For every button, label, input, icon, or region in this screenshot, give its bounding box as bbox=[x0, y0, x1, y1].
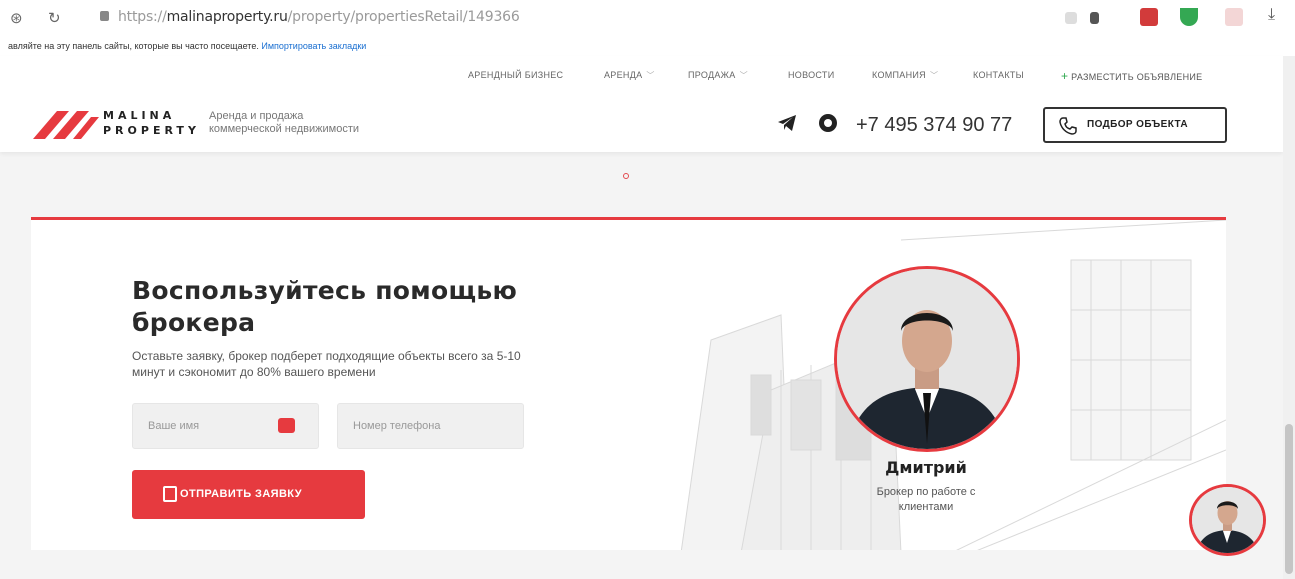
card-subtitle-line-1: Оставьте заявку, брокер подберет подходя… bbox=[132, 349, 521, 363]
menu-item-rental-business[interactable]: АРЕНДНЫЙ БИЗНЕС bbox=[468, 70, 563, 80]
plus-icon: + bbox=[1061, 69, 1069, 83]
logo-line-1: MALINA bbox=[103, 109, 176, 122]
bookmarks-bar: авляйте на эту панель сайты, которые вы … bbox=[0, 36, 1295, 56]
scrollbar[interactable] bbox=[1283, 56, 1295, 579]
logo-text[interactable]: MALINA PROPERTY bbox=[103, 108, 200, 138]
chat-widget-avatar[interactable] bbox=[1189, 484, 1266, 556]
shield-icon[interactable]: ⊛ bbox=[10, 9, 23, 27]
post-ad-link[interactable]: + РАЗМЕСТИТЬ ОБЪЯВЛЕНИЕ bbox=[1061, 69, 1202, 83]
address-bar[interactable]: https://malinaproperty.ru/property/prope… bbox=[118, 9, 520, 25]
submit-request-label: ОТПРАВИТЬ ЗАЯВКУ bbox=[180, 488, 302, 500]
bookmarks-hint: авляйте на эту панель сайты, которые вы … bbox=[8, 41, 259, 51]
menu-item-sale[interactable]: ПРОДАЖА ﹀ bbox=[688, 70, 748, 81]
document-icon bbox=[163, 486, 177, 502]
phone-number[interactable]: +7 495 374 90 77 bbox=[856, 114, 1012, 137]
browser-toolbar: ⊛ ↻ https://malinaproperty.ru/property/p… bbox=[0, 0, 1295, 36]
download-icon[interactable]: ⤓ bbox=[1268, 6, 1286, 24]
name-field[interactable]: Ваше имя bbox=[132, 403, 319, 449]
card-title-line-2: брокера bbox=[132, 308, 256, 337]
reader-icon[interactable] bbox=[1065, 12, 1077, 24]
whatsapp-icon[interactable] bbox=[819, 114, 837, 132]
submit-request-button[interactable]: ОТПРАВИТЬ ЗАЯВКУ bbox=[132, 470, 365, 519]
reload-icon[interactable]: ↻ bbox=[48, 9, 61, 27]
card-title-line-1: Воспользуйтесь помощью bbox=[132, 276, 518, 305]
broker-role: Брокер по работе с клиентами bbox=[846, 485, 1006, 515]
broker-avatar bbox=[834, 266, 1020, 452]
menu-item-rent[interactable]: АРЕНДА ﹀ bbox=[604, 70, 655, 81]
telegram-icon[interactable] bbox=[778, 115, 796, 131]
phone-placeholder: Номер телефона bbox=[353, 420, 441, 432]
phone-icon bbox=[1059, 117, 1077, 135]
broker-name: Дмитрий bbox=[885, 458, 967, 477]
broker-role-line-2: клиентами bbox=[898, 501, 954, 513]
tagline-line-1: Аренда и продажа bbox=[209, 110, 304, 122]
menu-item-contacts[interactable]: КОНТАКТЫ bbox=[973, 70, 1024, 80]
menu-item-news[interactable]: НОВОСТИ bbox=[788, 70, 834, 80]
broker-role-line-1: Брокер по работе с bbox=[876, 486, 976, 498]
chevron-down-icon: ﹀ bbox=[929, 71, 939, 80]
import-bookmarks-link[interactable]: Импортировать закладки bbox=[261, 41, 366, 51]
logo-line-2: PROPERTY bbox=[103, 124, 200, 137]
tagline: Аренда и продажа коммерческой недвижимос… bbox=[209, 110, 359, 136]
lock-icon[interactable] bbox=[100, 11, 109, 21]
select-property-button[interactable]: ПОДБОР ОБЪЕКТА bbox=[1043, 107, 1227, 143]
logo-icon[interactable] bbox=[33, 107, 99, 139]
select-property-label: ПОДБОР ОБЪЕКТА bbox=[1087, 119, 1188, 130]
card-title: Воспользуйтесь помощью брокера bbox=[132, 275, 572, 339]
pdf-icon[interactable] bbox=[1225, 8, 1243, 26]
bookmark-icon[interactable] bbox=[1090, 12, 1099, 24]
name-placeholder: Ваше имя bbox=[148, 420, 200, 432]
broker-card: Воспользуйтесь помощью брокера Оставьте … bbox=[31, 217, 1226, 550]
tagline-line-2: коммерческой недвижимости bbox=[209, 123, 359, 135]
shield-extension-icon[interactable] bbox=[1180, 8, 1198, 26]
password-manager-icon[interactable] bbox=[278, 418, 295, 433]
menu-item-company[interactable]: КОМПАНИЯ ﹀ bbox=[872, 70, 938, 81]
phone-field[interactable]: Номер телефона bbox=[337, 403, 524, 449]
chevron-down-icon: ﹀ bbox=[739, 71, 748, 80]
card-subtitle: Оставьте заявку, брокер подберет подходя… bbox=[132, 348, 652, 380]
scrollbar-thumb[interactable] bbox=[1285, 424, 1293, 574]
card-subtitle-line-2: минут и сэкономит до 80% вашего времени bbox=[132, 365, 376, 379]
extension-icon[interactable] bbox=[1140, 8, 1158, 26]
chevron-down-icon: ﹀ bbox=[646, 71, 655, 80]
slider-dot[interactable] bbox=[623, 173, 629, 179]
